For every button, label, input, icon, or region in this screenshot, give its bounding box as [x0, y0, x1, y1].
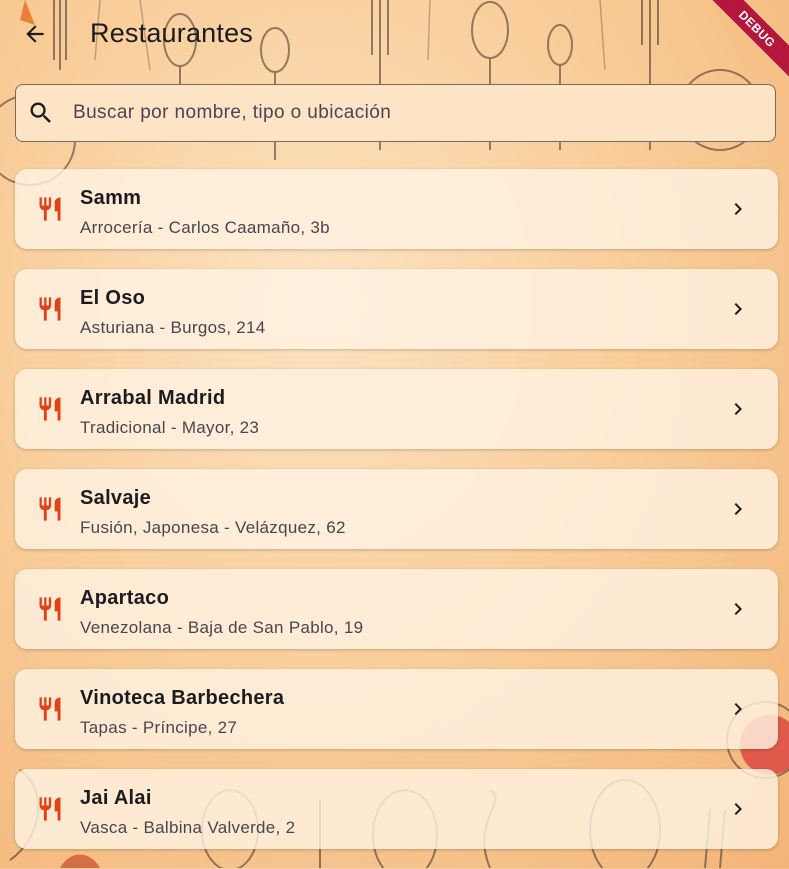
restaurant-icon	[39, 797, 61, 821]
restaurant-name: Vinoteca Barbechera	[80, 687, 285, 709]
back-button[interactable]	[15, 14, 55, 54]
restaurant-details: Asturiana - Burgos, 214	[80, 318, 266, 337]
restaurant-icon	[39, 197, 61, 221]
restaurant-list-item[interactable]: Vinoteca Barbechera Tapas - Príncipe, 27	[15, 669, 778, 749]
restaurant-icon	[39, 297, 61, 321]
search-icon	[30, 102, 51, 123]
restaurant-list-item[interactable]: Apartaco Venezolana - Baja de San Pablo,…	[15, 569, 778, 649]
restaurant-name: Samm	[80, 187, 142, 209]
chevron-right-icon	[734, 703, 742, 715]
restaurant-name: El Oso	[80, 287, 146, 309]
restaurant-list: Samm Arrocería - Carlos Caamaño, 3b El O…	[15, 169, 778, 869]
restaurant-details: Vasca - Balbina Valverde, 2	[80, 818, 296, 837]
restaurant-details: Tapas - Príncipe, 27	[80, 718, 238, 737]
restaurant-list-item[interactable]: Salvaje Fusión, Japonesa - Velázquez, 62	[15, 469, 778, 549]
restaurant-list-item[interactable]: Jai Alai Vasca - Balbina Valverde, 2	[15, 769, 778, 849]
search-bar[interactable]	[15, 84, 776, 142]
chevron-right-icon	[734, 203, 742, 215]
restaurant-icon	[39, 497, 61, 521]
restaurant-name: Jai Alai	[80, 787, 152, 809]
restaurant-details: Venezolana - Baja de San Pablo, 19	[80, 618, 364, 637]
restaurant-name: Apartaco	[80, 587, 170, 609]
page-title: Restaurantes	[90, 18, 253, 48]
debug-banner-label: DEBUG	[706, 0, 789, 80]
restaurant-details: Arrocería - Carlos Caamaño, 3b	[80, 218, 330, 237]
app-bar: Restaurantes	[0, 0, 789, 68]
restaurant-icon	[39, 397, 61, 421]
restaurant-list-item[interactable]: Samm Arrocería - Carlos Caamaño, 3b	[15, 169, 778, 249]
chevron-right-icon	[734, 403, 742, 415]
debug-banner: DEBUG	[699, 0, 789, 90]
restaurant-list-item[interactable]: El Oso Asturiana - Burgos, 214	[15, 269, 778, 349]
restaurant-details: Tradicional - Mayor, 23	[80, 418, 260, 437]
restaurant-icon	[39, 697, 61, 721]
chevron-right-icon	[734, 803, 742, 815]
restaurant-name: Salvaje	[80, 487, 152, 509]
chevron-right-icon	[734, 303, 742, 315]
chevron-right-icon	[734, 603, 742, 615]
restaurant-list-item[interactable]: Arrabal Madrid Tradicional - Mayor, 23	[15, 369, 778, 449]
restaurant-name: Arrabal Madrid	[80, 387, 226, 409]
restaurant-details: Fusión, Japonesa - Velázquez, 62	[80, 518, 346, 537]
arrow-back-icon	[26, 25, 44, 43]
chevron-right-icon	[734, 503, 742, 515]
restaurant-icon	[39, 597, 61, 621]
search-input[interactable]	[71, 101, 775, 125]
